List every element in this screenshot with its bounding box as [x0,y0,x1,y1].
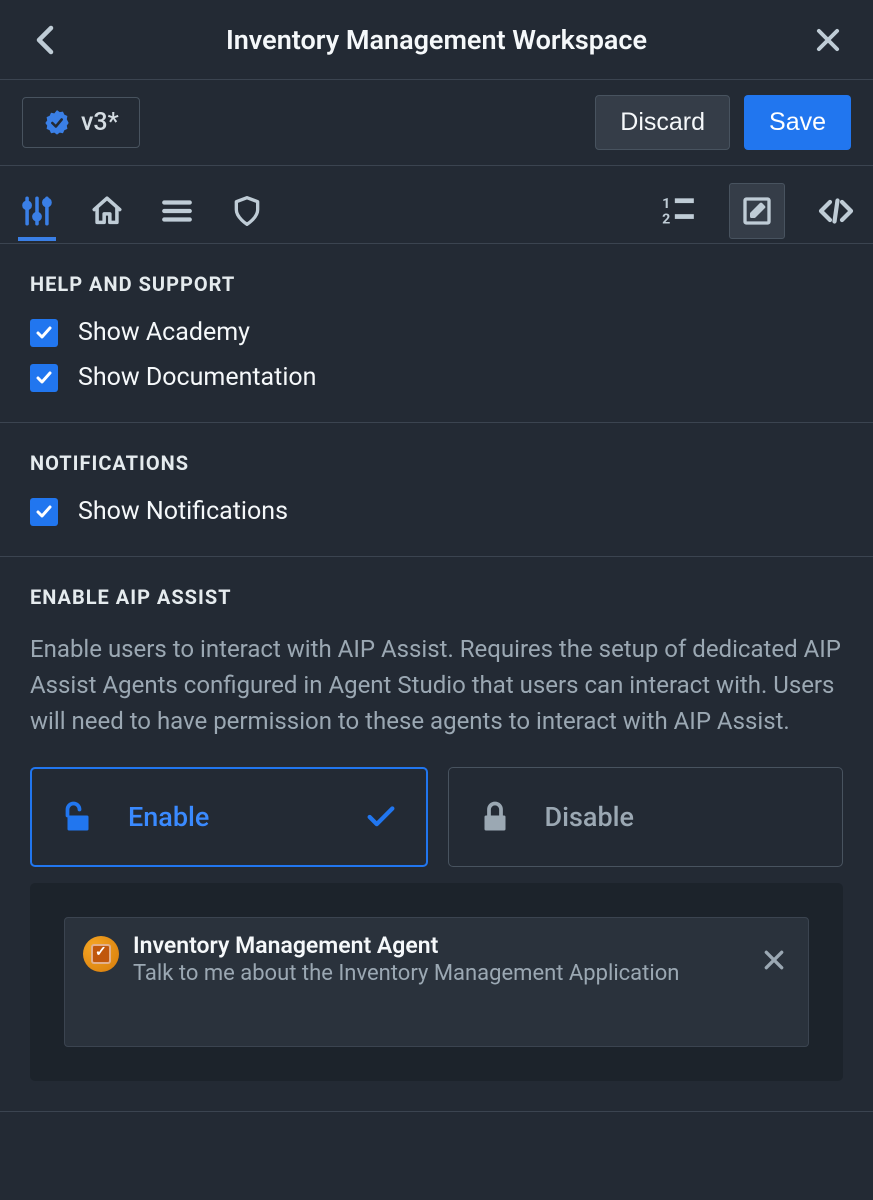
header-bar: Inventory Management Workspace [0,0,873,80]
tab-settings[interactable] [18,183,56,239]
sliders-icon [20,194,54,228]
tab-home[interactable] [88,183,126,239]
agent-avatar-icon [91,944,111,964]
section-aip: ENABLE AIP ASSIST Enable users to intera… [0,557,873,1112]
agent-avatar [83,936,119,972]
aip-description: Enable users to interact with AIP Assist… [30,631,843,739]
checkbox-label: Show Documentation [78,363,316,392]
lock-icon [477,799,513,835]
code-icon [818,193,854,229]
action-buttons: Discard Save [595,95,851,150]
version-badge[interactable]: v3* [22,97,140,148]
check-icon [34,368,54,388]
close-icon [815,27,841,53]
agent-panel: Inventory Management Agent Talk to me ab… [30,883,843,1081]
agent-text: Inventory Management Agent Talk to me ab… [133,932,744,986]
section-title-notifications: NOTIFICATIONS [30,451,843,475]
agent-desc: Talk to me about the Inventory Managemen… [133,961,744,986]
section-title-help: HELP AND SUPPORT [30,272,843,296]
verified-icon [43,109,71,137]
page-title: Inventory Management Workspace [226,24,647,56]
tab-bar: 12 [0,166,873,244]
toggle-row: Enable Disable [30,767,843,867]
checkbox-label: Show Academy [78,318,250,347]
check-icon [34,502,54,522]
edit-icon [741,195,773,227]
checkbox-row-documentation[interactable]: Show Documentation [30,363,843,392]
checkbox-academy[interactable] [30,319,58,347]
discard-button[interactable]: Discard [595,95,730,150]
unlock-icon [60,799,96,835]
check-icon [364,800,398,834]
checkbox-documentation[interactable] [30,364,58,392]
disable-label: Disable [545,801,634,833]
disable-card[interactable]: Disable [448,767,844,867]
close-icon [763,949,785,971]
tab-edit[interactable] [729,183,785,239]
checkbox-row-academy[interactable]: Show Academy [30,318,843,347]
check-icon [34,323,54,343]
tab-list[interactable]: 12 [659,183,697,239]
tab-right-group: 12 [659,183,855,239]
tab-menu[interactable] [158,183,196,239]
agent-card[interactable]: Inventory Management Agent Talk to me ab… [64,917,809,1047]
shield-icon [231,195,263,227]
actions-bar: v3* Discard Save [0,80,873,166]
checkbox-notifications[interactable] [30,498,58,526]
version-label: v3* [81,108,119,137]
back-button[interactable] [25,20,65,60]
numbered-list-icon: 12 [659,192,697,230]
tab-left-group [18,183,266,239]
section-title-aip: ENABLE AIP ASSIST [30,585,843,609]
agent-name: Inventory Management Agent [133,932,744,959]
chevron-left-icon [35,25,55,55]
save-button[interactable]: Save [744,95,851,150]
agent-remove-button[interactable] [758,944,790,976]
checkbox-label: Show Notifications [78,497,288,526]
section-help: HELP AND SUPPORT Show Academy Show Docum… [0,244,873,423]
checkbox-row-notifications[interactable]: Show Notifications [30,497,843,526]
tab-security[interactable] [228,183,266,239]
home-icon [90,194,124,228]
enable-label: Enable [128,801,209,833]
tab-code[interactable] [817,183,855,239]
svg-text:2: 2 [662,211,670,227]
enable-card[interactable]: Enable [30,767,428,867]
close-button[interactable] [808,20,848,60]
svg-text:1: 1 [662,195,670,211]
menu-icon [160,194,194,228]
section-notifications: NOTIFICATIONS Show Notifications [0,423,873,557]
